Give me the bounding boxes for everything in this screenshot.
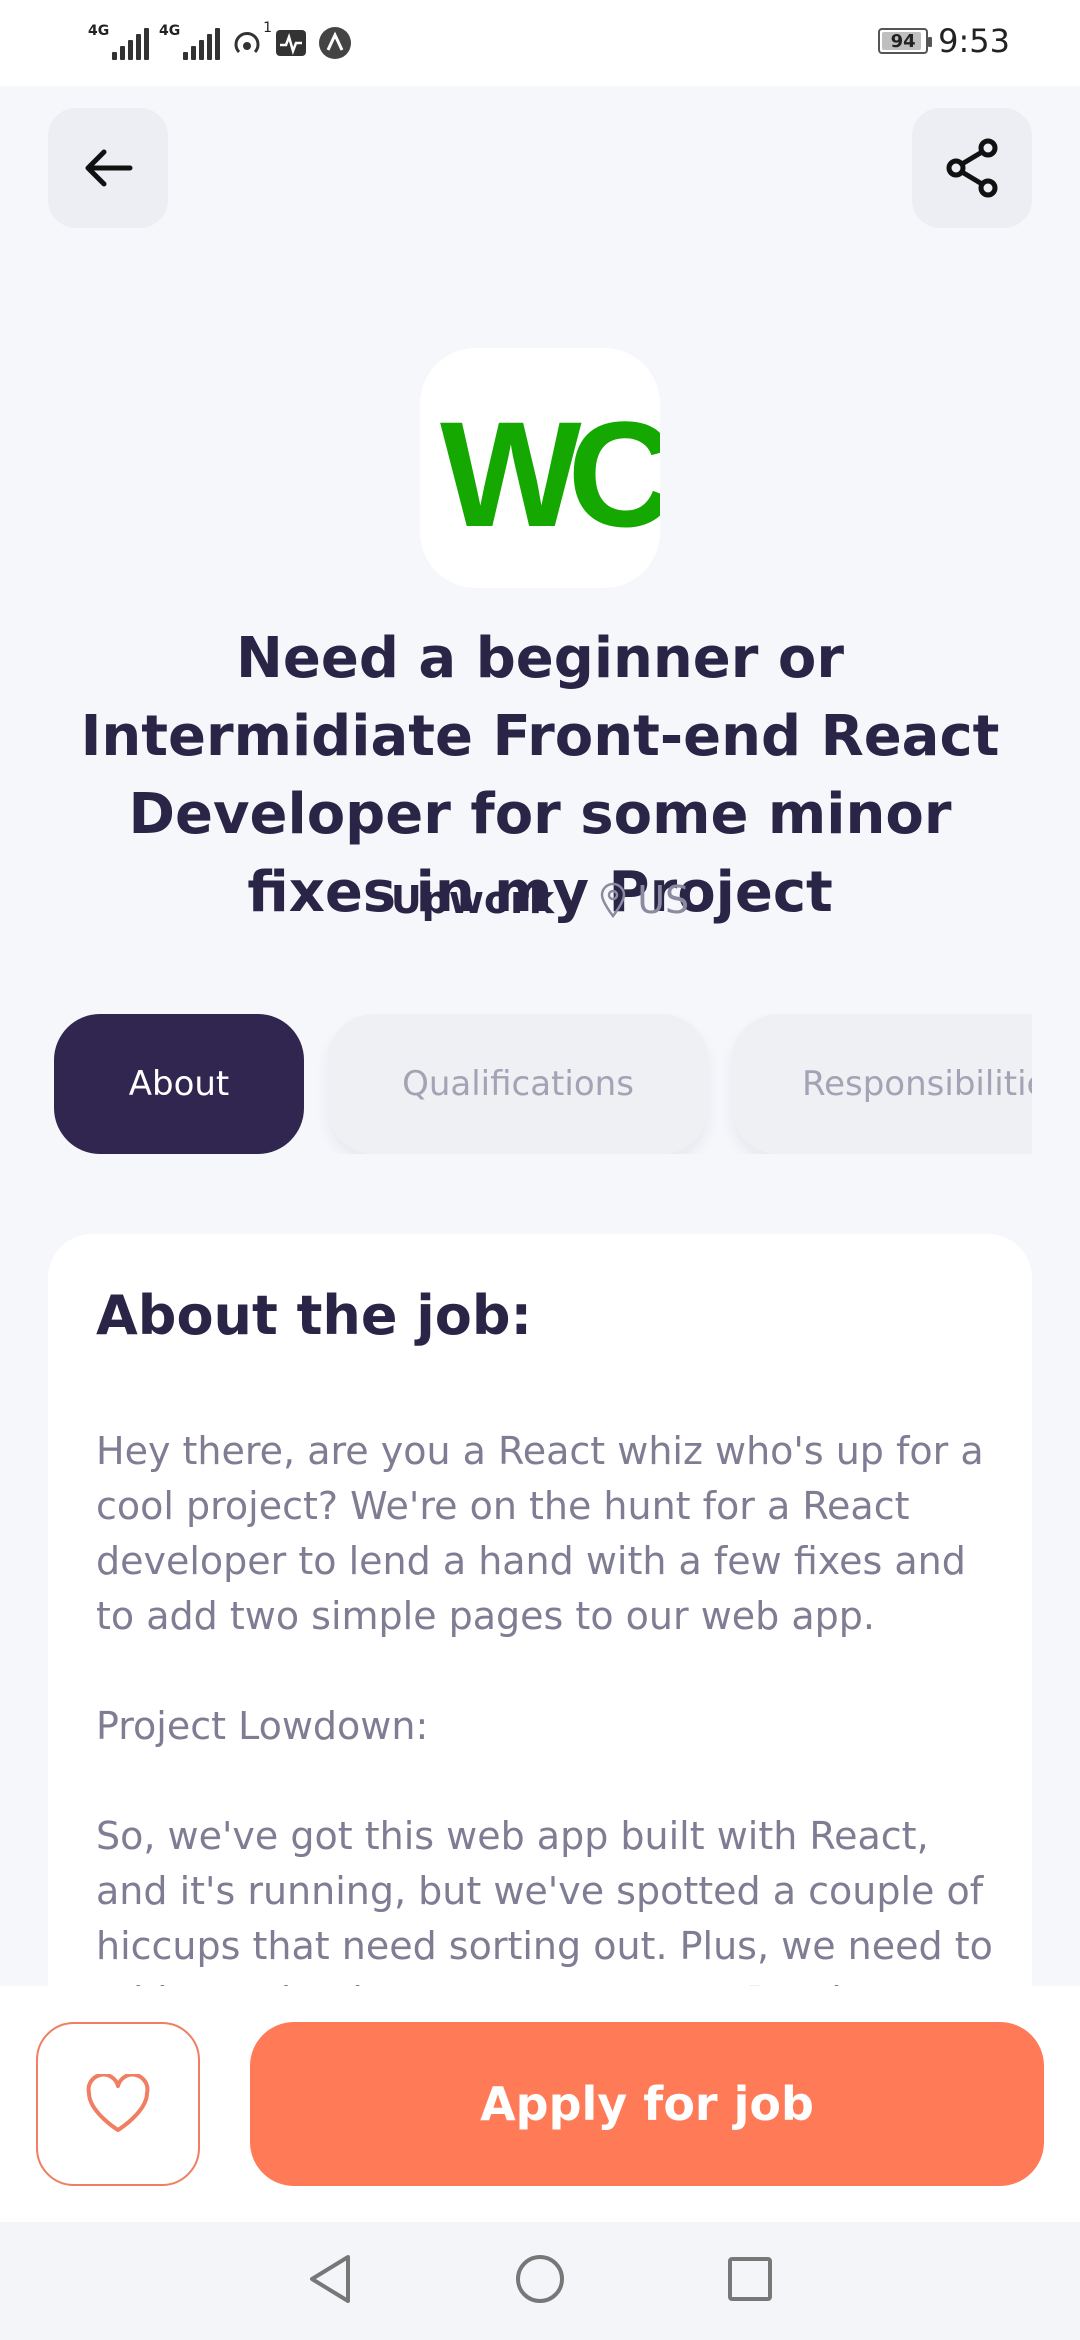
job-location: US <box>637 878 690 922</box>
battery-icon: 94 <box>878 28 933 54</box>
status-bar: 4G 4G 1 94 9:53 <box>0 0 1080 86</box>
about-heading: About the job: <box>96 1284 533 1347</box>
description-paragraph: Hey there, are you a React whiz who's up… <box>96 1429 984 1638</box>
action-bar: Apply for job <box>0 1986 1080 2222</box>
company-name: Upwork / <box>390 878 582 922</box>
company-logo: WC <box>420 348 660 588</box>
apply-button[interactable]: Apply for job <box>250 2022 1044 2186</box>
triangle-back-icon <box>310 2255 350 2303</box>
app-notification-icon <box>318 26 352 60</box>
about-card: About the job: Hey there, are you a Reac… <box>48 1234 1032 2034</box>
hotspot-icon: 1 <box>230 20 272 60</box>
share-button[interactable] <box>912 108 1032 228</box>
square-recents-icon <box>728 2257 772 2301</box>
clock: 9:53 <box>938 22 1010 60</box>
system-nav-bar <box>0 2222 1080 2340</box>
detail-tabs: About Qualifications Responsibilities <box>54 1014 1032 1154</box>
tab-about[interactable]: About <box>54 1014 304 1154</box>
signal-icon: 4G <box>159 24 220 60</box>
tab-responsibilities[interactable]: Responsibilities <box>732 1014 1032 1154</box>
job-meta: Upwork / US <box>0 878 1080 922</box>
arrow-left-icon <box>85 149 133 187</box>
nav-home-button[interactable] <box>514 2253 566 2309</box>
location-pin-icon <box>599 882 627 918</box>
heart-icon <box>86 2074 150 2132</box>
back-button[interactable] <box>48 108 168 228</box>
about-description: Hey there, are you a React whiz who's up… <box>96 1424 996 2034</box>
activity-icon <box>274 26 308 60</box>
svg-text:WC: WC <box>440 390 660 558</box>
description-paragraph: Project Lowdown: <box>96 1704 429 1748</box>
favorite-button[interactable] <box>36 2022 200 2186</box>
circle-home-icon <box>516 2255 564 2303</box>
share-icon <box>946 138 998 198</box>
tab-qualifications[interactable]: Qualifications <box>328 1014 708 1154</box>
nav-recents-button[interactable] <box>726 2255 774 2307</box>
signal-icon: 4G <box>88 24 149 60</box>
nav-back-button[interactable] <box>306 2253 354 2309</box>
